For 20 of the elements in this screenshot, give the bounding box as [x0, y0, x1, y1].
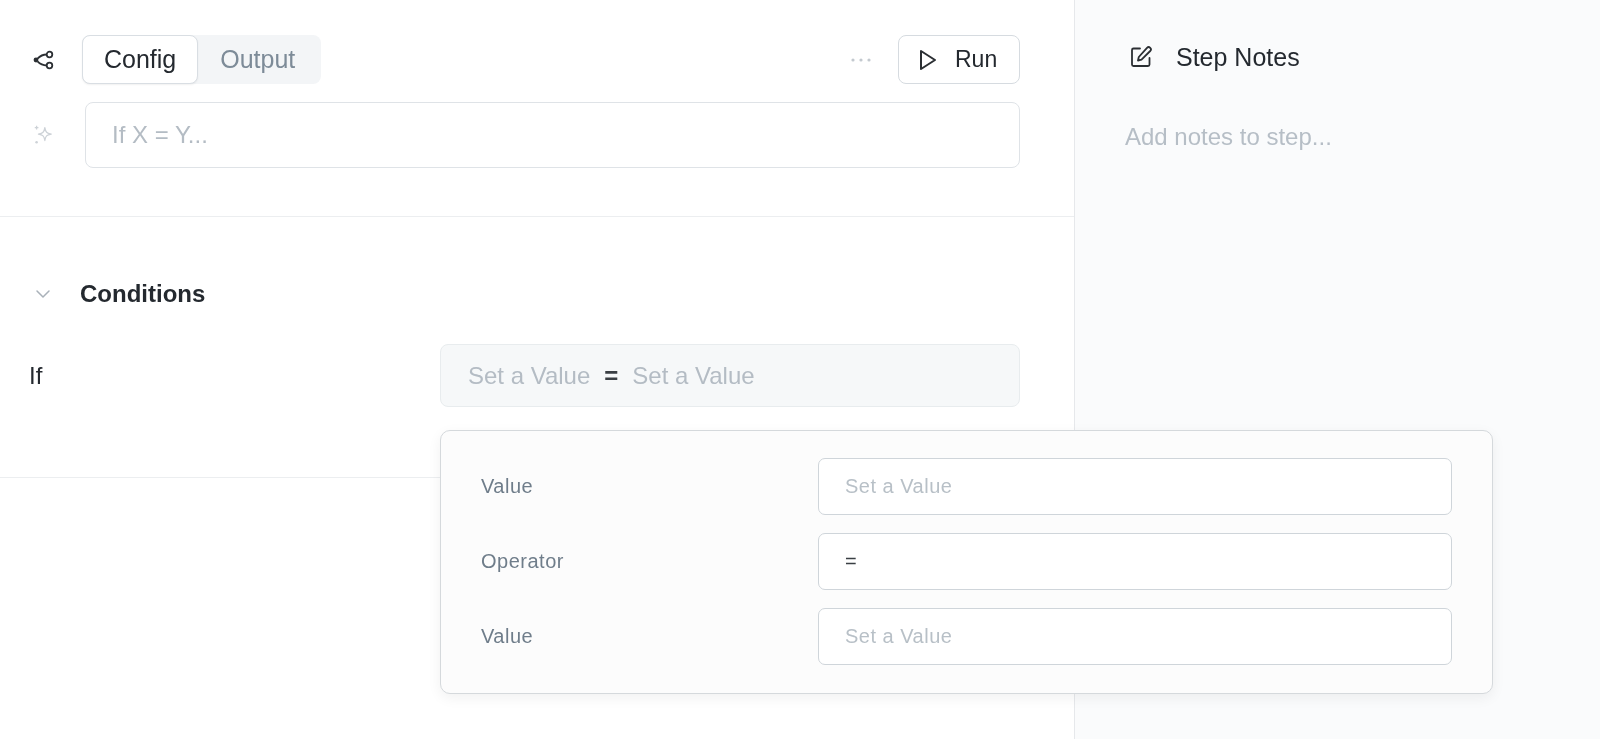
- edit-icon: [1129, 45, 1153, 69]
- play-icon: [919, 48, 937, 71]
- sparkle-icon: [32, 124, 54, 146]
- branch-icon: [32, 49, 54, 70]
- section-title: Conditions: [80, 280, 206, 308]
- condition-label: If: [29, 361, 44, 390]
- more-icon[interactable]: [851, 57, 871, 62]
- tab[interactable]: Config: [82, 35, 199, 84]
- chevron-icon[interactable]: [35, 289, 51, 299]
- input-field[interactable]: Set a Value: [818, 458, 1452, 515]
- notes-field[interactable]: Add notes to step...: [1125, 123, 1545, 159]
- run-button[interactable]: Run: [898, 35, 1020, 84]
- field-label: Value: [481, 625, 535, 648]
- field-label: Value: [481, 475, 535, 498]
- condition-field[interactable]: Set a Value = Set a Value: [440, 344, 1020, 407]
- input-field[interactable]: =: [818, 533, 1452, 590]
- input-field[interactable]: Set a Value: [818, 608, 1452, 665]
- prompt-input[interactable]: If X = Y...: [85, 102, 1020, 168]
- field-label: Operator: [481, 550, 565, 573]
- panel-title: Step Notes: [1176, 42, 1300, 72]
